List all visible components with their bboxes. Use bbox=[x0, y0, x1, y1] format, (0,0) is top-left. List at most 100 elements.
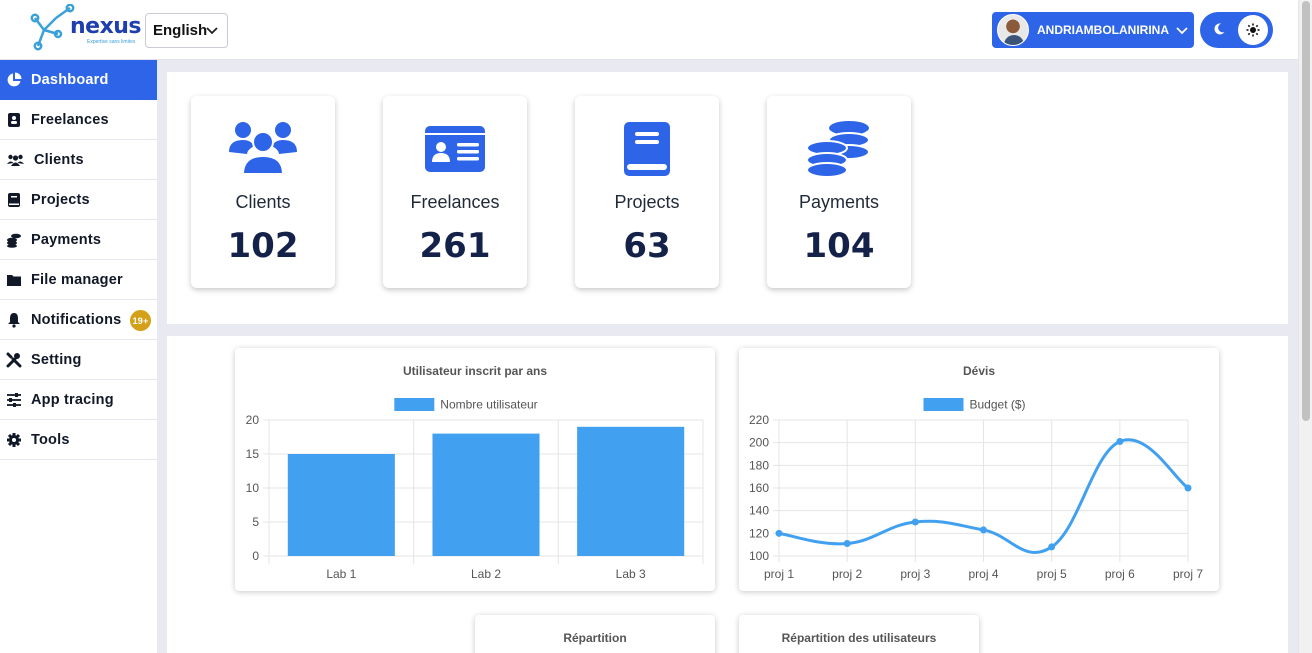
book-icon bbox=[8, 192, 20, 207]
chevron-down-icon bbox=[1176, 27, 1188, 35]
sidebar-item-label: Setting bbox=[31, 351, 82, 368]
y-tick-label: 160 bbox=[749, 481, 769, 495]
stat-value: 63 bbox=[623, 226, 671, 266]
sidebar-item-label: Notifications bbox=[31, 311, 122, 328]
logo-text: nexus bbox=[70, 14, 142, 39]
data-point bbox=[1184, 484, 1192, 492]
sliders-icon bbox=[7, 392, 21, 407]
legend-label: Budget ($) bbox=[970, 398, 1026, 412]
scrollbar-thumb[interactable] bbox=[1302, 1, 1310, 421]
data-point bbox=[843, 540, 851, 548]
notification-count-badge: 19+ bbox=[130, 310, 151, 331]
id-badge-icon bbox=[8, 112, 20, 127]
x-tick-label: proj 4 bbox=[968, 567, 998, 581]
repartition-title: Répartition bbox=[563, 631, 627, 645]
stat-card-clients[interactable]: Clients 102 bbox=[191, 96, 335, 288]
stat-card-projects[interactable]: Projects 63 bbox=[575, 96, 719, 288]
data-point bbox=[775, 529, 783, 537]
stat-label: Payments bbox=[798, 192, 880, 212]
sidebar-item-file-manager[interactable]: File manager bbox=[0, 260, 157, 300]
y-tick-label: 220 bbox=[749, 413, 769, 427]
theme-toggle[interactable] bbox=[1200, 12, 1273, 48]
stat-label: Clients bbox=[235, 192, 291, 212]
chart-pie-icon bbox=[7, 72, 22, 87]
x-tick-label: Lab 1 bbox=[326, 567, 356, 581]
y-tick-label: 120 bbox=[749, 526, 769, 540]
theme-toggle-knob bbox=[1238, 15, 1268, 45]
data-point bbox=[911, 518, 919, 526]
bar-chart: Utilisateur inscrit par ans Nombre utilis… bbox=[246, 364, 704, 581]
line-chart: Dévis Budget ($) 100 120 140 160 180 200 220 proj… bbox=[749, 364, 1203, 581]
stat-card-payments[interactable]: Payments 104 bbox=[767, 96, 911, 288]
stat-value: 104 bbox=[803, 226, 875, 266]
sun-icon bbox=[1246, 23, 1260, 37]
repartition-card: Répartition bbox=[475, 615, 715, 653]
y-tick-label: 20 bbox=[246, 413, 260, 427]
y-tick-label: 5 bbox=[252, 515, 259, 529]
sidebar-item-notifications[interactable]: Notifications 19+ bbox=[0, 300, 157, 340]
nexus-logo[interactable]: nexus Expertise sans limites bbox=[30, 3, 142, 54]
user-repartition-title: Répartition des utilisateurs bbox=[781, 631, 937, 645]
stats-panel: Clients 102 Freelances 261 Projects 63 P… bbox=[167, 72, 1288, 324]
legend-swatch bbox=[394, 398, 435, 411]
legend-label: Nombre utilisateur bbox=[440, 398, 537, 412]
sidebar-item-label: Tools bbox=[31, 431, 70, 448]
data-point bbox=[1116, 438, 1124, 446]
x-tick-label: proj 5 bbox=[1037, 567, 1067, 581]
y-tick-label: 15 bbox=[246, 447, 260, 461]
sidebar-item-tools[interactable]: Tools bbox=[0, 420, 157, 460]
sidebar-item-label: File manager bbox=[31, 271, 123, 288]
sidebar: Dashboard Freelances Clients Projects Pa… bbox=[0, 60, 157, 653]
bar-chart-card: Utilisateur inscrit par ans Nombre utilis… bbox=[235, 348, 715, 591]
sidebar-item-projects[interactable]: Projects bbox=[0, 180, 157, 220]
sidebar-item-dashboard[interactable]: Dashboard bbox=[0, 60, 157, 100]
users-icon bbox=[7, 154, 24, 166]
top-header: nexus Expertise sans limites English AND… bbox=[0, 0, 1298, 60]
avatar bbox=[997, 14, 1029, 46]
sidebar-item-label: Payments bbox=[31, 231, 102, 248]
y-tick-label: 100 bbox=[749, 549, 769, 563]
chart-title: Utilisateur inscrit par ans bbox=[403, 364, 547, 378]
sidebar-item-app-tracing[interactable]: App tracing bbox=[0, 380, 157, 420]
y-tick-label: 180 bbox=[749, 458, 769, 472]
chart-title: Dévis bbox=[963, 364, 995, 378]
sidebar-item-label: Clients bbox=[34, 151, 84, 168]
gear-icon bbox=[7, 432, 21, 447]
bell-icon bbox=[8, 312, 20, 328]
x-tick-label: proj 3 bbox=[900, 567, 930, 581]
legend-swatch bbox=[923, 398, 964, 411]
sidebar-item-payments[interactable]: Payments bbox=[0, 220, 157, 260]
sidebar-item-freelances[interactable]: Freelances bbox=[0, 100, 157, 140]
chevron-down-icon bbox=[206, 27, 218, 35]
line-chart-card: Dévis Budget ($) 100 120 140 160 180 200 220 proj… bbox=[739, 348, 1219, 591]
x-tick-label: proj 6 bbox=[1105, 567, 1135, 581]
y-tick-label: 0 bbox=[252, 549, 259, 563]
id-card-icon bbox=[425, 126, 485, 172]
stat-value: 102 bbox=[227, 226, 299, 266]
sidebar-item-label: Freelances bbox=[31, 111, 109, 128]
sidebar-item-label: Projects bbox=[31, 191, 90, 208]
data-point bbox=[1048, 543, 1056, 551]
x-tick-label: proj 7 bbox=[1173, 567, 1203, 581]
sidebar-item-clients[interactable]: Clients bbox=[0, 140, 157, 180]
coins-icon bbox=[7, 233, 21, 248]
coins-icon bbox=[806, 121, 870, 178]
tools-icon bbox=[6, 352, 22, 367]
stat-card-freelances[interactable]: Freelances 261 bbox=[383, 96, 527, 288]
logo-tagline: Expertise sans limites bbox=[87, 39, 136, 45]
y-tick-label: 10 bbox=[246, 481, 260, 495]
y-tick-label: 200 bbox=[749, 436, 769, 450]
user-name: ANDRIAMBOLANIRINA bbox=[1037, 23, 1169, 37]
bar bbox=[577, 426, 685, 556]
x-tick-label: proj 2 bbox=[832, 567, 862, 581]
x-tick-label: proj 1 bbox=[764, 567, 794, 581]
language-select[interactable]: English bbox=[145, 13, 228, 48]
data-point bbox=[980, 526, 987, 534]
stat-label: Projects bbox=[614, 192, 680, 212]
sidebar-item-setting[interactable]: Setting bbox=[0, 340, 157, 380]
language-value: English bbox=[153, 22, 208, 39]
user-menu-button[interactable]: ANDRIAMBOLANIRINA bbox=[992, 12, 1194, 48]
sidebar-item-label: App tracing bbox=[31, 391, 114, 408]
page-scrollbar[interactable] bbox=[1298, 0, 1312, 653]
y-tick-label: 140 bbox=[749, 504, 769, 518]
